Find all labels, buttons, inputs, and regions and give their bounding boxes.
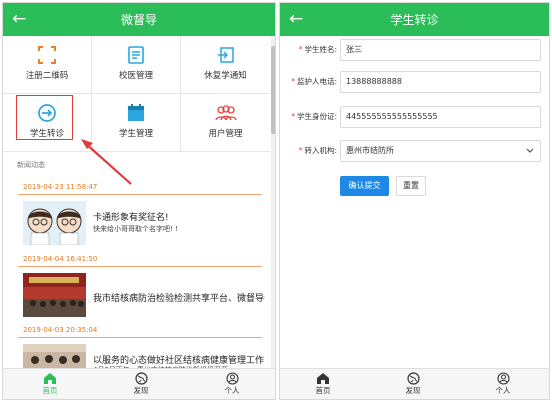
tab-profile[interactable]: 个人 — [478, 372, 528, 396]
tab-discover[interactable]: 发现 — [116, 372, 166, 396]
tab-label: 发现 — [133, 386, 149, 395]
tab-home[interactable]: 首页 — [298, 372, 348, 396]
news-section-title: 新闻动态 — [17, 161, 45, 169]
screenshot-stage: ← 微督导 注册二维码 校医管理 休复学通知 学生转诊 学生管理 用户管理 新闻… — [0, 0, 552, 402]
news-title[interactable]: 卡通形象有奖征名! — [93, 210, 265, 223]
bottom-tab-bar: 首页 发现 个人 — [3, 368, 275, 399]
news-title[interactable]: 我市结核病防治检验检测共享平台、微督导公… — [93, 291, 265, 304]
form-row-student-name: * 学生姓名: 张三 — [280, 38, 549, 62]
field-label-text: 监护人电话: — [296, 77, 337, 86]
field-label: * 学生身份证: — [291, 111, 337, 122]
institution-select-value: 惠州市结防所 — [346, 146, 394, 155]
field-label: * 监护人电话: — [291, 76, 337, 87]
student-name-input[interactable]: 张三 — [340, 39, 541, 61]
app-header: ← 学生转诊 — [280, 3, 549, 36]
home-icon — [44, 373, 56, 384]
field-label: * 学生姓名: — [299, 44, 337, 55]
globe-icon — [134, 372, 148, 385]
home-screen: ← 微督导 注册二维码 校医管理 休复学通知 学生转诊 学生管理 用户管理 新闻… — [2, 2, 276, 400]
tab-label: 个人 — [224, 386, 240, 395]
required-mark: * — [291, 77, 295, 86]
tab-label: 发现 — [405, 386, 421, 395]
page-title: 学生转诊 — [390, 13, 439, 27]
person-icon — [496, 372, 510, 385]
scrollbar[interactable] — [271, 36, 275, 370]
submit-button[interactable]: 确认提交 — [340, 176, 389, 196]
news-thumbnail[interactable] — [23, 201, 86, 245]
required-mark: * — [298, 146, 303, 155]
guardian-phone-input[interactable]: 13888888888 — [340, 71, 541, 93]
student-id-input[interactable]: 445555555555555555 — [340, 106, 541, 128]
globe-icon — [406, 372, 420, 385]
required-mark: * — [291, 112, 295, 121]
news-separator — [18, 266, 262, 267]
news-thumbnail[interactable] — [23, 273, 86, 317]
news-separator — [18, 194, 262, 195]
field-label-text: 学生姓名: — [304, 45, 337, 54]
form-row-student-id: * 学生身份证: 445555555555555555 — [280, 105, 549, 129]
tab-label: 首页 — [42, 386, 58, 395]
reset-button[interactable]: 重置 — [396, 176, 426, 196]
news-separator — [18, 337, 262, 338]
form-row-target-institution: * 转入机构: 惠州市结防所 — [280, 139, 549, 163]
tab-label: 个人 — [495, 386, 511, 395]
news-date: 2019-04-23 11:58:47 — [23, 183, 98, 191]
tab-profile[interactable]: 个人 — [207, 372, 257, 396]
news-date: 2019-04-03 20:35:04 — [23, 326, 98, 334]
form-row-guardian-phone: * 监护人电话: 13888888888 — [280, 70, 549, 94]
tab-label: 首页 — [315, 386, 331, 395]
referral-screen: ← 学生转诊 * 学生姓名: 张三 * 监护人电话: 13888888888 * 学生… — [279, 2, 550, 400]
scrollbar-thumb[interactable] — [271, 46, 275, 134]
news-subtitle: 快来给小哥哥取个名字吧! ! — [93, 225, 178, 233]
institution-select[interactable]: 惠州市结防所 — [340, 140, 541, 162]
home-icon — [317, 373, 329, 384]
field-label-text: 转入机构: — [304, 146, 337, 155]
chevron-down-icon — [526, 148, 534, 153]
required-mark: * — [298, 45, 303, 54]
tab-home[interactable]: 首页 — [25, 372, 75, 396]
field-label: * 转入机构: — [299, 145, 337, 156]
person-icon — [225, 372, 239, 385]
news-date: 2019-04-04 16:41:50 — [23, 255, 98, 263]
field-label-text: 学生身份证: — [296, 112, 337, 121]
tab-discover[interactable]: 发现 — [388, 372, 438, 396]
bottom-tab-bar: 首页 发现 个人 — [280, 368, 549, 399]
